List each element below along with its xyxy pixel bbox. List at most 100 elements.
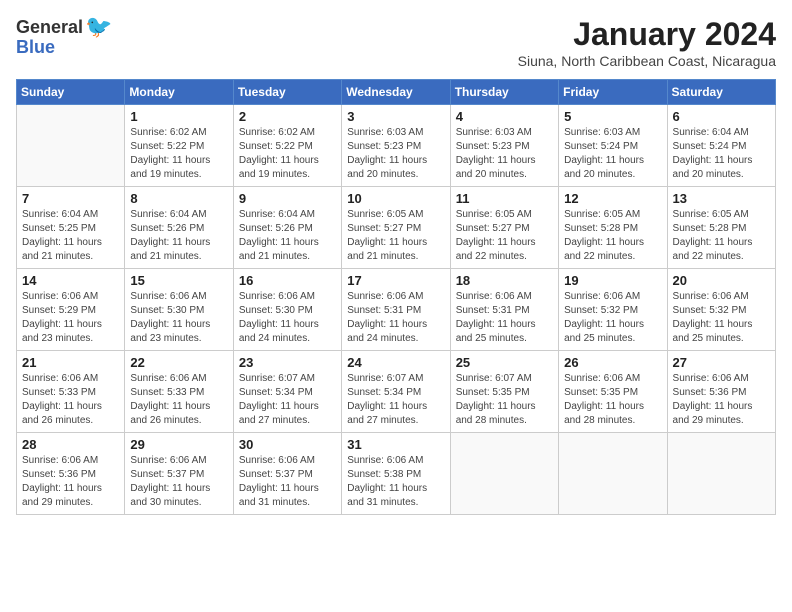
calendar-cell: 21 Sunrise: 6:06 AM Sunset: 5:33 PM Dayli… <box>17 351 125 433</box>
calendar-cell <box>667 433 775 515</box>
calendar-cell: 6Sunrise: 6:04 AM Sunset: 5:24 PM Daylig… <box>667 105 775 187</box>
calendar-cell: 4 Sunrise: 6:03 AM Sunset: 5:23 PM Daylig… <box>450 105 558 187</box>
calendar-week-row: 21 Sunrise: 6:06 AM Sunset: 5:33 PM Dayli… <box>17 351 776 433</box>
calendar-cell: 28 Sunrise: 6:06 AM Sunset: 5:36 PM Dayli… <box>17 433 125 515</box>
calendar-week-row: 1 Sunrise: 6:02 AM Sunset: 5:22 PM Daylig… <box>17 105 776 187</box>
day-info: Sunrise: 6:06 AM Sunset: 5:30 PM Dayligh… <box>239 290 336 346</box>
day-number: 4 <box>456 109 553 124</box>
day-info: Sunrise: 6:06 AM Sunset: 5:37 PM Dayligh… <box>130 454 227 510</box>
day-number: 15 <box>130 273 227 288</box>
day-info: Sunrise: 6:05 AM Sunset: 5:27 PM Dayligh… <box>456 208 553 264</box>
day-info: Sunrise: 6:07 AM Sunset: 5:34 PM Dayligh… <box>347 372 444 428</box>
day-number: 19 <box>564 273 661 288</box>
day-info: Sunrise: 6:06 AM Sunset: 5:29 PM Dayligh… <box>22 290 119 346</box>
calendar-cell: 22Sunrise: 6:06 AM Sunset: 5:33 PM Dayli… <box>125 351 233 433</box>
calendar-cell: 17 Sunrise: 6:06 AM Sunset: 5:31 PM Dayli… <box>342 269 450 351</box>
calendar-cell: 14 Sunrise: 6:06 AM Sunset: 5:29 PM Dayli… <box>17 269 125 351</box>
calendar-cell: 5 Sunrise: 6:03 AM Sunset: 5:24 PM Daylig… <box>559 105 667 187</box>
day-info: Sunrise: 6:06 AM Sunset: 5:35 PM Dayligh… <box>564 372 661 428</box>
weekday-header-thursday: Thursday <box>450 80 558 105</box>
day-info: Sunrise: 6:06 AM Sunset: 5:31 PM Dayligh… <box>456 290 553 346</box>
day-info: Sunrise: 6:06 AM Sunset: 5:32 PM Dayligh… <box>564 290 661 346</box>
day-number: 23 <box>239 355 336 370</box>
day-number: 25 <box>456 355 553 370</box>
calendar-cell: 9Sunrise: 6:04 AM Sunset: 5:26 PM Daylig… <box>233 187 341 269</box>
day-number: 31 <box>347 437 444 452</box>
day-number: 18 <box>456 273 553 288</box>
day-info: Sunrise: 6:06 AM Sunset: 5:36 PM Dayligh… <box>22 454 119 510</box>
calendar-cell: 16Sunrise: 6:06 AM Sunset: 5:30 PM Dayli… <box>233 269 341 351</box>
day-number: 7 <box>22 191 119 206</box>
day-info: Sunrise: 6:06 AM Sunset: 5:33 PM Dayligh… <box>22 372 119 428</box>
day-info: Sunrise: 6:06 AM Sunset: 5:31 PM Dayligh… <box>347 290 444 346</box>
calendar-location: Siuna, North Caribbean Coast, Nicaragua <box>518 53 776 69</box>
day-info: Sunrise: 6:07 AM Sunset: 5:35 PM Dayligh… <box>456 372 553 428</box>
weekday-header-sunday: Sunday <box>17 80 125 105</box>
day-info: Sunrise: 6:06 AM Sunset: 5:37 PM Dayligh… <box>239 454 336 510</box>
calendar-cell <box>450 433 558 515</box>
day-info: Sunrise: 6:04 AM Sunset: 5:26 PM Dayligh… <box>239 208 336 264</box>
day-number: 29 <box>130 437 227 452</box>
calendar-week-row: 7Sunrise: 6:04 AM Sunset: 5:25 PM Daylig… <box>17 187 776 269</box>
day-info: Sunrise: 6:05 AM Sunset: 5:27 PM Dayligh… <box>347 208 444 264</box>
day-number: 27 <box>673 355 770 370</box>
calendar-cell: 13Sunrise: 6:05 AM Sunset: 5:28 PM Dayli… <box>667 187 775 269</box>
day-number: 28 <box>22 437 119 452</box>
calendar-cell: 27 Sunrise: 6:06 AM Sunset: 5:36 PM Dayli… <box>667 351 775 433</box>
calendar-cell: 19 Sunrise: 6:06 AM Sunset: 5:32 PM Dayli… <box>559 269 667 351</box>
day-number: 21 <box>22 355 119 370</box>
calendar-cell: 24 Sunrise: 6:07 AM Sunset: 5:34 PM Dayli… <box>342 351 450 433</box>
day-number: 10 <box>347 191 444 206</box>
day-info: Sunrise: 6:06 AM Sunset: 5:33 PM Dayligh… <box>130 372 227 428</box>
day-info: Sunrise: 6:02 AM Sunset: 5:22 PM Dayligh… <box>239 126 336 182</box>
day-info: Sunrise: 6:06 AM Sunset: 5:38 PM Dayligh… <box>347 454 444 510</box>
day-number: 26 <box>564 355 661 370</box>
day-info: Sunrise: 6:07 AM Sunset: 5:34 PM Dayligh… <box>239 372 336 428</box>
day-number: 1 <box>130 109 227 124</box>
day-number: 3 <box>347 109 444 124</box>
calendar-cell: 20Sunrise: 6:06 AM Sunset: 5:32 PM Dayli… <box>667 269 775 351</box>
calendar-week-row: 28 Sunrise: 6:06 AM Sunset: 5:36 PM Dayli… <box>17 433 776 515</box>
calendar-cell: 7Sunrise: 6:04 AM Sunset: 5:25 PM Daylig… <box>17 187 125 269</box>
page-header: General 🐦 Blue January 2024 Siuna, North… <box>16 16 776 69</box>
calendar-cell: 26 Sunrise: 6:06 AM Sunset: 5:35 PM Dayli… <box>559 351 667 433</box>
day-number: 11 <box>456 191 553 206</box>
calendar-cell: 10 Sunrise: 6:05 AM Sunset: 5:27 PM Dayli… <box>342 187 450 269</box>
calendar-cell: 3 Sunrise: 6:03 AM Sunset: 5:23 PM Daylig… <box>342 105 450 187</box>
day-number: 2 <box>239 109 336 124</box>
day-info: Sunrise: 6:05 AM Sunset: 5:28 PM Dayligh… <box>564 208 661 264</box>
day-number: 24 <box>347 355 444 370</box>
day-info: Sunrise: 6:04 AM Sunset: 5:26 PM Dayligh… <box>130 208 227 264</box>
logo-bird-icon: 🐦 <box>85 16 112 38</box>
day-number: 5 <box>564 109 661 124</box>
logo: General 🐦 Blue <box>16 16 112 57</box>
calendar-cell: 29 Sunrise: 6:06 AM Sunset: 5:37 PM Dayli… <box>125 433 233 515</box>
calendar-title: January 2024 <box>518 16 776 53</box>
day-info: Sunrise: 6:03 AM Sunset: 5:23 PM Dayligh… <box>347 126 444 182</box>
calendar-cell: 15Sunrise: 6:06 AM Sunset: 5:30 PM Dayli… <box>125 269 233 351</box>
day-number: 17 <box>347 273 444 288</box>
day-info: Sunrise: 6:03 AM Sunset: 5:24 PM Dayligh… <box>564 126 661 182</box>
day-info: Sunrise: 6:06 AM Sunset: 5:36 PM Dayligh… <box>673 372 770 428</box>
day-info: Sunrise: 6:05 AM Sunset: 5:28 PM Dayligh… <box>673 208 770 264</box>
day-number: 20 <box>673 273 770 288</box>
weekday-header-saturday: Saturday <box>667 80 775 105</box>
weekday-header-tuesday: Tuesday <box>233 80 341 105</box>
calendar-cell: 18 Sunrise: 6:06 AM Sunset: 5:31 PM Dayli… <box>450 269 558 351</box>
calendar-table: SundayMondayTuesdayWednesdayThursdayFrid… <box>16 79 776 515</box>
logo-blue-text: Blue <box>16 37 55 57</box>
day-number: 14 <box>22 273 119 288</box>
title-block: January 2024 Siuna, North Caribbean Coas… <box>518 16 776 69</box>
calendar-cell: 12Sunrise: 6:05 AM Sunset: 5:28 PM Dayli… <box>559 187 667 269</box>
weekday-header-row: SundayMondayTuesdayWednesdayThursdayFrid… <box>17 80 776 105</box>
calendar-cell: 2 Sunrise: 6:02 AM Sunset: 5:22 PM Daylig… <box>233 105 341 187</box>
day-info: Sunrise: 6:03 AM Sunset: 5:23 PM Dayligh… <box>456 126 553 182</box>
calendar-cell: 31 Sunrise: 6:06 AM Sunset: 5:38 PM Dayli… <box>342 433 450 515</box>
weekday-header-friday: Friday <box>559 80 667 105</box>
day-number: 8 <box>130 191 227 206</box>
calendar-cell: 8 Sunrise: 6:04 AM Sunset: 5:26 PM Daylig… <box>125 187 233 269</box>
calendar-cell: 23 Sunrise: 6:07 AM Sunset: 5:34 PM Dayli… <box>233 351 341 433</box>
calendar-cell <box>559 433 667 515</box>
weekday-header-wednesday: Wednesday <box>342 80 450 105</box>
calendar-cell: 25 Sunrise: 6:07 AM Sunset: 5:35 PM Dayli… <box>450 351 558 433</box>
